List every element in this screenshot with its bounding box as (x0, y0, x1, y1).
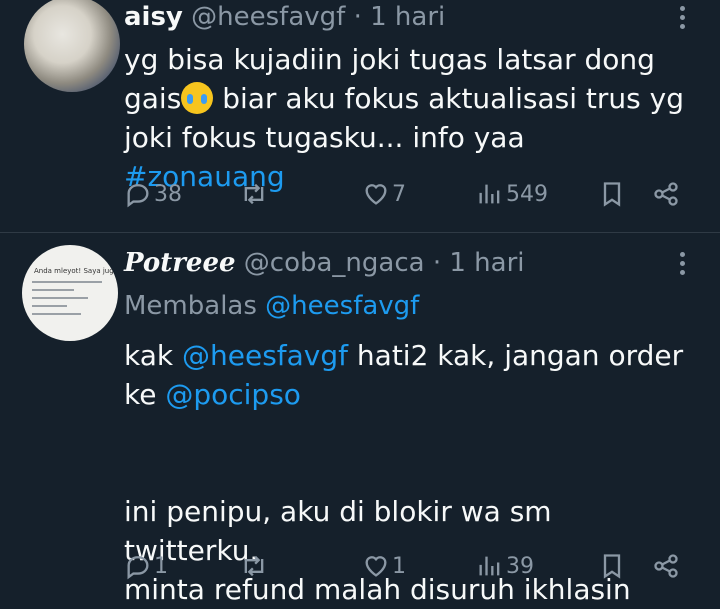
bookmark-icon (603, 182, 621, 207)
separator: · (432, 248, 442, 278)
retweet-button[interactable] (240, 546, 270, 586)
retweet-button[interactable] (240, 174, 270, 214)
author-name[interactable]: aisy (124, 2, 183, 32)
share-button[interactable] (652, 546, 680, 586)
views-button[interactable]: 549 (476, 174, 548, 214)
more-options-icon[interactable] (670, 6, 694, 30)
like-count: 7 (392, 181, 406, 207)
heart-icon (365, 556, 387, 577)
like-button[interactable]: 7 (362, 174, 406, 214)
replying-to-link[interactable]: @heesfavgf (265, 291, 419, 321)
bookmark-icon (603, 554, 621, 579)
retweet-icon (244, 183, 264, 205)
views-icon (479, 184, 500, 204)
tweet-actions: 38 7 549 (124, 174, 684, 214)
avatar[interactable]: Anda mleyot! Saya juga (22, 245, 118, 341)
avatar[interactable] (24, 0, 120, 92)
tweet[interactable]: Anda mleyot! Saya juga Potreee @coba_nga… (0, 232, 720, 606)
views-button[interactable]: 39 (476, 546, 534, 586)
tweet-line: yg bisa kujadiin joki tugas latsar dong (124, 43, 655, 76)
view-count: 39 (506, 553, 534, 579)
share-icon (654, 554, 678, 578)
timestamp[interactable]: 1 hari (449, 248, 524, 278)
tweet-text: yg bisa kujadiin joki tugas latsar dong … (124, 40, 694, 196)
tweet[interactable]: aisy @heesfavgf · 1 hari yg bisa kujadii… (0, 0, 720, 232)
author-handle[interactable]: @coba_ngaca (244, 248, 425, 278)
avatar-text: Anda mleyot! Saya juga (34, 267, 118, 275)
reply-button[interactable]: 38 (124, 174, 182, 214)
heart-icon (365, 184, 387, 205)
separator: · (353, 2, 362, 32)
tweet-actions: 1 1 39 (124, 546, 684, 586)
avatar-lines (32, 275, 102, 321)
view-count: 549 (506, 181, 548, 207)
more-options-icon[interactable] (670, 252, 694, 276)
like-count: 1 (392, 553, 406, 579)
mention-link[interactable]: @heesfavgf (182, 339, 348, 372)
tweet-line: ke @pocipso (124, 378, 301, 411)
reply-count: 1 (154, 553, 168, 579)
bookmark-button[interactable] (598, 174, 626, 214)
bookmark-button[interactable] (598, 546, 626, 586)
reply-icon (127, 556, 149, 580)
like-button[interactable]: 1 (362, 546, 406, 586)
tweet-line: kak @heesfavgf hati2 kak, jangan order (124, 339, 684, 372)
reply-icon (127, 184, 149, 208)
reply-button[interactable]: 1 (124, 546, 168, 586)
author-handle[interactable]: @heesfavgf (191, 2, 345, 32)
retweet-icon (244, 555, 264, 577)
mention-link[interactable]: @pocipso (165, 378, 301, 411)
views-icon (479, 556, 500, 576)
crying-face-icon (181, 82, 214, 114)
reply-count: 38 (154, 181, 182, 207)
share-icon (654, 182, 678, 206)
replying-to: Membalas @heesfavgf (124, 288, 419, 324)
replying-label: Membalas (124, 291, 257, 321)
share-button[interactable] (652, 174, 680, 214)
timestamp[interactable]: 1 hari (370, 2, 445, 32)
tweet-line: gais biar aku fokus aktualisasi trus yg (124, 82, 684, 115)
tweet-header: Potreee @coba_ngaca · 1 hari (124, 246, 525, 280)
tweet-header: aisy @heesfavgf · 1 hari (124, 0, 445, 34)
author-name[interactable]: Potreee (124, 248, 236, 278)
